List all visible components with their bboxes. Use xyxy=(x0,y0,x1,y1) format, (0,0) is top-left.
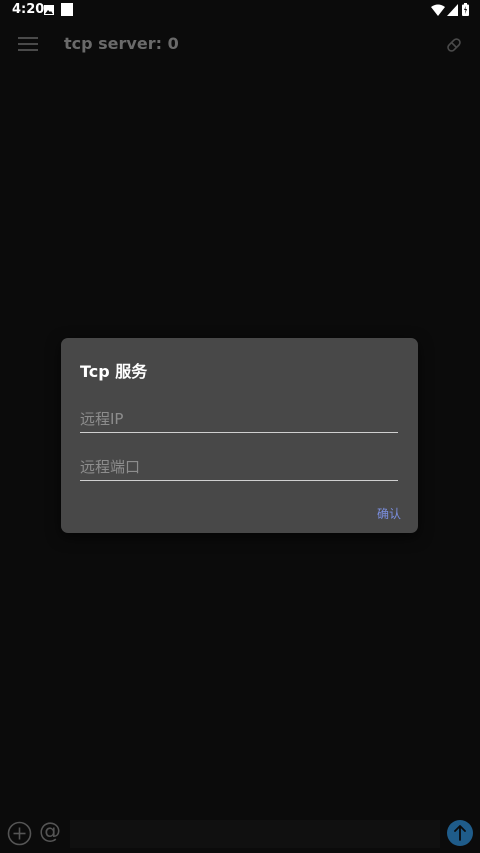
battery-icon xyxy=(462,3,469,16)
image-icon xyxy=(44,5,54,15)
square-icon xyxy=(61,3,73,16)
remote-port-input[interactable] xyxy=(80,453,398,481)
status-time: 4:20 xyxy=(12,2,45,17)
send-button[interactable] xyxy=(447,820,473,846)
wifi-icon xyxy=(431,4,445,16)
status-bar: 4:20 xyxy=(0,0,480,22)
toolbar: tcp server: 0 xyxy=(0,22,480,68)
signal-icon xyxy=(447,4,458,16)
dialog-title: Tcp 服务 xyxy=(80,362,148,381)
tcp-service-dialog: Tcp 服务 确认 xyxy=(61,338,418,533)
add-icon[interactable] xyxy=(7,821,32,846)
menu-icon[interactable] xyxy=(18,35,38,53)
send-icon xyxy=(454,825,466,841)
confirm-button[interactable]: 确认 xyxy=(377,505,401,522)
bottom-bar: @ xyxy=(0,815,480,853)
mention-icon[interactable]: @ xyxy=(39,818,61,846)
clear-icon[interactable] xyxy=(445,36,463,54)
remote-ip-input[interactable] xyxy=(80,405,398,433)
page-title: tcp server: 0 xyxy=(64,34,179,53)
message-input[interactable] xyxy=(70,820,440,848)
